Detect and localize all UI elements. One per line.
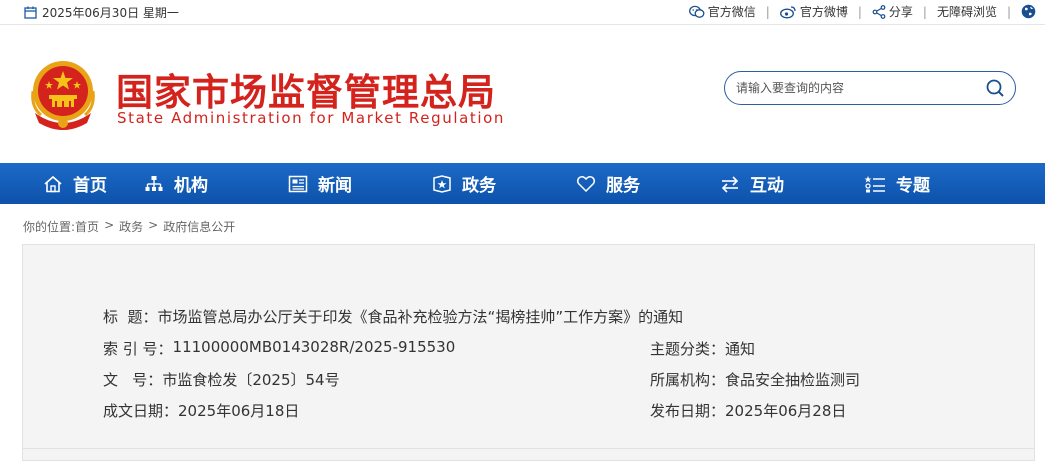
topic-icon [864, 175, 885, 192]
separator: | [765, 4, 770, 19]
globe-icon [1021, 4, 1036, 19]
accessibility-link-label: 无障碍浏览 [936, 5, 997, 19]
nav-item-home[interactable]: 首页 [0, 163, 144, 204]
box-divider [22, 448, 1035, 449]
site-title-english: State Administration for Market Regulati… [117, 109, 506, 127]
nav-item-topics[interactable]: 专题 [864, 163, 1008, 204]
separator: | [1006, 4, 1011, 19]
breadcrumb-separator: > [104, 218, 115, 232]
info-row-created: 成文日期： 2025年06月18日 [103, 400, 299, 421]
published-value: 2025年06月28日 [725, 402, 847, 420]
created-value: 2025年06月18日 [178, 402, 300, 420]
breadcrumb-prefix: 你的位置: [23, 220, 76, 234]
exchange-arrows-icon [721, 175, 739, 193]
docno-value: 市监食检发〔2025〕54号 [162, 371, 340, 389]
info-row-docno: 文 号： 市监食检发〔2025〕54号 [103, 369, 340, 390]
share-icon [872, 4, 886, 19]
wechat-icon [688, 5, 705, 18]
info-row-category: 主题分类： 通知 [650, 338, 755, 359]
language-link[interactable] [1021, 4, 1039, 19]
heart-icon [576, 175, 596, 192]
weibo-icon [779, 5, 796, 18]
accessibility-link[interactable]: 无障碍浏览 [937, 3, 997, 20]
nav-item-institutions[interactable]: 机构 [144, 163, 288, 204]
nav-item-label: 机构 [174, 176, 208, 196]
date-text: 2025年06月30日 星期一 [42, 6, 179, 20]
share-link-label: 分享 [888, 5, 913, 19]
breadcrumb-separator: > [148, 218, 159, 232]
government-affairs-icon [433, 174, 451, 193]
title-label: 标 题： [103, 308, 158, 326]
nav-item-label: 政务 [462, 176, 496, 196]
top-bar: 2025年06月30日 星期一 官方微信 | 官方微博 | 分享 | 无障碍浏览… [0, 0, 1045, 25]
org-label: 所属机构： [650, 371, 726, 389]
news-icon [288, 175, 308, 192]
separator: | [922, 4, 927, 19]
breadcrumb-gov-info[interactable]: 政府信息公开 [163, 218, 235, 235]
separator: | [857, 4, 862, 19]
info-row-title: 标 题： 市场监管总局办公厅关于印发《食品补充检验方法“揭榜挂帅”工作方案》的通… [103, 306, 683, 327]
index-value: 11100000MB0143028R/2025-915530 [172, 338, 456, 356]
info-row-org: 所属机构： 食品安全抽检监测司 [650, 369, 860, 390]
nav-item-label: 新闻 [318, 176, 352, 196]
search-box [724, 71, 1016, 105]
nav-item-label: 互动 [750, 176, 784, 196]
main-nav: 首页 机构 新闻 政务 服务 互动 专题 [0, 163, 1045, 204]
nav-item-news[interactable]: 新闻 [288, 163, 432, 204]
date-display: 2025年06月30日 星期一 [24, 4, 179, 21]
title-value: 市场监管总局办公厅关于印发《食品补充检验方法“揭榜挂帅”工作方案》的通知 [157, 308, 684, 326]
national-emblem-logo[interactable] [27, 57, 99, 133]
weibo-link[interactable]: 官方微博 [779, 3, 848, 20]
share-link[interactable]: 分享 [872, 3, 913, 20]
site-header: 国家市场监督管理总局 State Administration for Mark… [0, 25, 1045, 163]
wechat-link[interactable]: 官方微信 [688, 3, 756, 20]
info-row-published: 发布日期： 2025年06月28日 [650, 400, 846, 421]
nav-item-affairs[interactable]: 政务 [432, 163, 576, 204]
nav-item-services[interactable]: 服务 [576, 163, 720, 204]
weibo-link-label: 官方微博 [799, 5, 848, 19]
org-value: 食品安全抽检监测司 [725, 371, 861, 389]
index-label: 索 引 号： [103, 340, 173, 358]
breadcrumb-affairs[interactable]: 政务 [119, 218, 143, 235]
nav-item-label: 首页 [73, 176, 107, 196]
top-links: 官方微信 | 官方微博 | 分享 | 无障碍浏览 | [688, 3, 1039, 20]
nav-item-label: 服务 [606, 176, 640, 196]
site-title-chinese: 国家市场监督管理总局 [116, 70, 496, 114]
nav-item-label: 专题 [896, 176, 930, 196]
search-icon[interactable] [985, 78, 1005, 98]
info-row-index: 索 引 号： 11100000MB0143028R/2025-915530 [103, 338, 455, 359]
docno-label: 文 号： [103, 371, 163, 389]
search-input[interactable] [736, 79, 976, 97]
home-icon [44, 175, 62, 192]
org-chart-icon [145, 175, 163, 191]
published-label: 发布日期： [650, 402, 726, 420]
breadcrumb: 你的位置: 首页 > 政务 > 政府信息公开 [23, 218, 235, 235]
nav-item-interaction[interactable]: 互动 [720, 163, 864, 204]
calendar-icon [24, 6, 37, 19]
breadcrumb-home[interactable]: 首页 [75, 218, 99, 235]
category-value: 通知 [725, 340, 756, 358]
wechat-link-label: 官方微信 [707, 5, 756, 19]
created-label: 成文日期： [103, 402, 179, 420]
category-label: 主题分类： [650, 340, 726, 358]
